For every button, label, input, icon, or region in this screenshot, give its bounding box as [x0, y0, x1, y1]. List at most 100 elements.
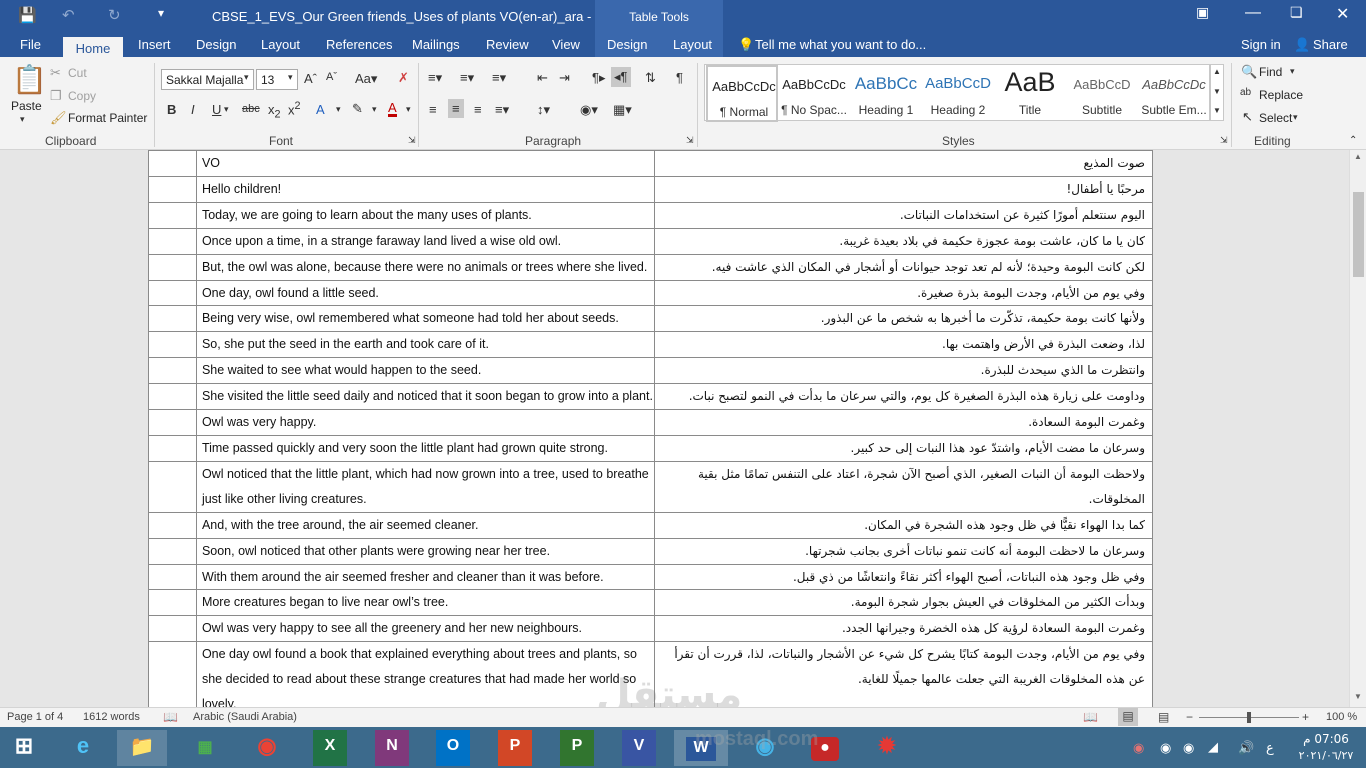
vertical-scrollbar[interactable]: ▲ ▼	[1349, 150, 1366, 707]
tab-file[interactable]: File	[20, 37, 41, 52]
align-left-icon[interactable]: ≡	[429, 102, 437, 117]
arabic-cell[interactable]: وانتظرت ما الذي سيحدث للبذرة.	[654, 357, 1153, 385]
arabic-cell[interactable]: مرحبًا يا أطفال!	[654, 175, 1153, 203]
english-cell[interactable]: Owl was very happy.	[195, 409, 656, 436]
styles-dialog-launcher-icon[interactable]: ⇲	[1220, 135, 1228, 146]
chevron-down-icon[interactable]: ▾	[1293, 112, 1298, 123]
tab-layout[interactable]: Layout	[261, 37, 300, 52]
multilevel-list-icon[interactable]: ≡▾	[492, 70, 506, 86]
undo-icon[interactable]: ↶	[62, 6, 75, 24]
english-cell[interactable]: One day, owl found a little seed.	[195, 279, 656, 307]
english-cell[interactable]: One day owl found a book that explained …	[195, 641, 656, 707]
tab-table-layout[interactable]: Layout	[673, 37, 712, 52]
row-number-cell[interactable]	[148, 227, 197, 255]
minimize-icon[interactable]: —	[1245, 4, 1261, 22]
sort-icon[interactable]: ⇅	[645, 70, 656, 86]
tell-me-box[interactable]: Tell me what you want to do...	[755, 37, 926, 52]
arabic-cell[interactable]: كان يا ما كان، عاشت بومة عجوزة حكيمة في …	[654, 227, 1153, 255]
row-number-cell[interactable]	[148, 175, 197, 203]
tab-design[interactable]: Design	[196, 37, 236, 52]
save-icon[interactable]: 💾	[18, 6, 37, 24]
close-icon[interactable]: ✕	[1336, 4, 1349, 24]
arabic-cell[interactable]: وداومت على زيارة هذه البذرة الصغيرة كل ي…	[654, 383, 1153, 411]
chevron-down-icon[interactable]: ▾	[224, 104, 229, 115]
cut-icon[interactable]: ✂	[50, 65, 61, 81]
chevron-down-icon[interactable]: ▾	[336, 104, 341, 115]
english-cell[interactable]: Being very wise, owl remembered what som…	[195, 305, 656, 333]
page-count[interactable]: Page 1 of 4	[7, 711, 63, 723]
row-number-cell[interactable]	[148, 201, 197, 229]
english-cell[interactable]: But, the owl was alone, because there we…	[195, 253, 656, 281]
copy-button[interactable]: Copy	[68, 89, 96, 103]
arabic-cell[interactable]: وغمرت البومة السعادة لرؤية كل هذه الخضرة…	[654, 615, 1153, 643]
zoom-in-icon[interactable]: +	[1302, 710, 1309, 724]
numbering-icon[interactable]: ≡▾	[460, 70, 474, 86]
proofing-icon[interactable]: 📖	[163, 710, 178, 724]
styles-scroll[interactable]: ▲ ▼ ▼	[1210, 64, 1224, 121]
chevron-down-icon[interactable]: ▾	[372, 104, 377, 115]
clock-time[interactable]: 07:06 م	[1300, 732, 1352, 746]
file-explorer-icon[interactable]: 📁	[117, 730, 167, 766]
arabic-cell[interactable]: ولاحظت البومة أن النبات الصغير، الذي أصب…	[654, 460, 1153, 513]
clock-date[interactable]: ٢٠٢١/٠٦/٢٧	[1298, 749, 1354, 762]
highlight-icon[interactable]: ✎	[352, 101, 363, 117]
row-number-cell[interactable]	[148, 511, 197, 539]
sign-in-link[interactable]: Sign in	[1241, 37, 1281, 52]
row-number-cell[interactable]	[148, 589, 197, 617]
english-cell[interactable]: Hello children!	[195, 175, 656, 203]
zoom-level[interactable]: 100 %	[1326, 711, 1357, 723]
arabic-cell[interactable]: ولأنها كانت بومة حكيمة، تذكّرت ما أخبرها…	[654, 305, 1153, 333]
arabic-cell[interactable]: لكن كانت البومة وحيدة؛ لأنه لم تعد توجد …	[654, 253, 1153, 281]
arabic-cell[interactable]: صوت المذيع	[654, 150, 1153, 177]
store-icon[interactable]: ▦	[180, 730, 230, 766]
print-layout-icon[interactable]: ▤	[1118, 708, 1138, 726]
english-cell[interactable]: And, with the tree around, the air seeme…	[195, 511, 656, 539]
row-number-cell[interactable]	[148, 641, 197, 707]
style-no-spacing[interactable]: AaBbCcDc ¶ No Spac...	[778, 65, 850, 122]
select-button[interactable]: Select	[1259, 111, 1292, 125]
network-icon[interactable]: ◢	[1208, 739, 1218, 755]
tab-review[interactable]: Review	[486, 37, 529, 52]
row-number-cell[interactable]	[148, 563, 197, 591]
format-painter-button[interactable]: Format Painter	[68, 111, 147, 125]
windows-start-icon[interactable]: ⊞	[2, 730, 46, 766]
row-number-cell[interactable]	[148, 279, 197, 307]
replace-button[interactable]: Replace	[1259, 88, 1303, 102]
style-normal[interactable]: AaBbCcDc ¶ Normal	[706, 65, 778, 122]
increase-indent-icon[interactable]: ⇥	[559, 70, 570, 86]
align-right-icon[interactable]: ≡	[474, 102, 482, 117]
volume-icon[interactable]: 🔊	[1238, 740, 1254, 756]
tray-icon[interactable]: ◉	[1183, 740, 1194, 756]
tab-insert[interactable]: Insert	[138, 37, 171, 52]
chrome-icon[interactable]: ◉	[242, 730, 292, 766]
font-color-icon[interactable]: A	[388, 101, 397, 117]
english-cell[interactable]: Today, we are going to learn about the m…	[195, 201, 656, 229]
share-button[interactable]: Share	[1313, 37, 1348, 52]
chevron-down-icon[interactable]: ▾	[406, 104, 411, 115]
row-number-cell[interactable]	[148, 460, 197, 513]
style-subtitle[interactable]: AaBbCcD Subtitle	[1066, 65, 1138, 122]
arabic-cell[interactable]: وفي يوم من الأيام، وجدت البومة بذرة صغير…	[654, 279, 1153, 307]
line-spacing-icon[interactable]: ↕▾	[537, 102, 550, 118]
zoom-slider-thumb[interactable]	[1247, 712, 1251, 723]
english-cell[interactable]: VO	[195, 150, 656, 177]
input-language[interactable]: ع	[1266, 741, 1274, 756]
change-case-icon[interactable]: Aa▾	[355, 71, 377, 87]
copy-icon[interactable]: ❐	[50, 88, 62, 104]
english-cell[interactable]: So, she put the seed in the earth and to…	[195, 331, 656, 359]
row-number-cell[interactable]	[148, 305, 197, 333]
arabic-cell[interactable]: وغمرت البومة السعادة.	[654, 409, 1153, 436]
row-number-cell[interactable]	[148, 383, 197, 411]
read-mode-icon[interactable]: 📖	[1083, 710, 1098, 724]
arabic-cell[interactable]: وسرعان ما مضت الأيام، واشتدّ عود هذا الن…	[654, 434, 1153, 462]
english-cell[interactable]: She visited the little seed daily and no…	[195, 383, 656, 411]
arabic-cell[interactable]: وسرعان ما لاحظت البومة أنه كانت تنمو نبا…	[654, 537, 1153, 565]
row-number-cell[interactable]	[148, 409, 197, 436]
scroll-thumb[interactable]	[1353, 192, 1364, 277]
antivirus-icon[interactable]: ✹	[862, 730, 912, 766]
text-effects-icon[interactable]: A	[316, 102, 325, 117]
more-styles-icon[interactable]: ▼	[1213, 106, 1221, 115]
find-icon[interactable]: 🔍	[1241, 64, 1257, 80]
row-number-cell[interactable]	[148, 331, 197, 359]
rtl-direction-icon[interactable]: ◂¶	[611, 67, 631, 87]
